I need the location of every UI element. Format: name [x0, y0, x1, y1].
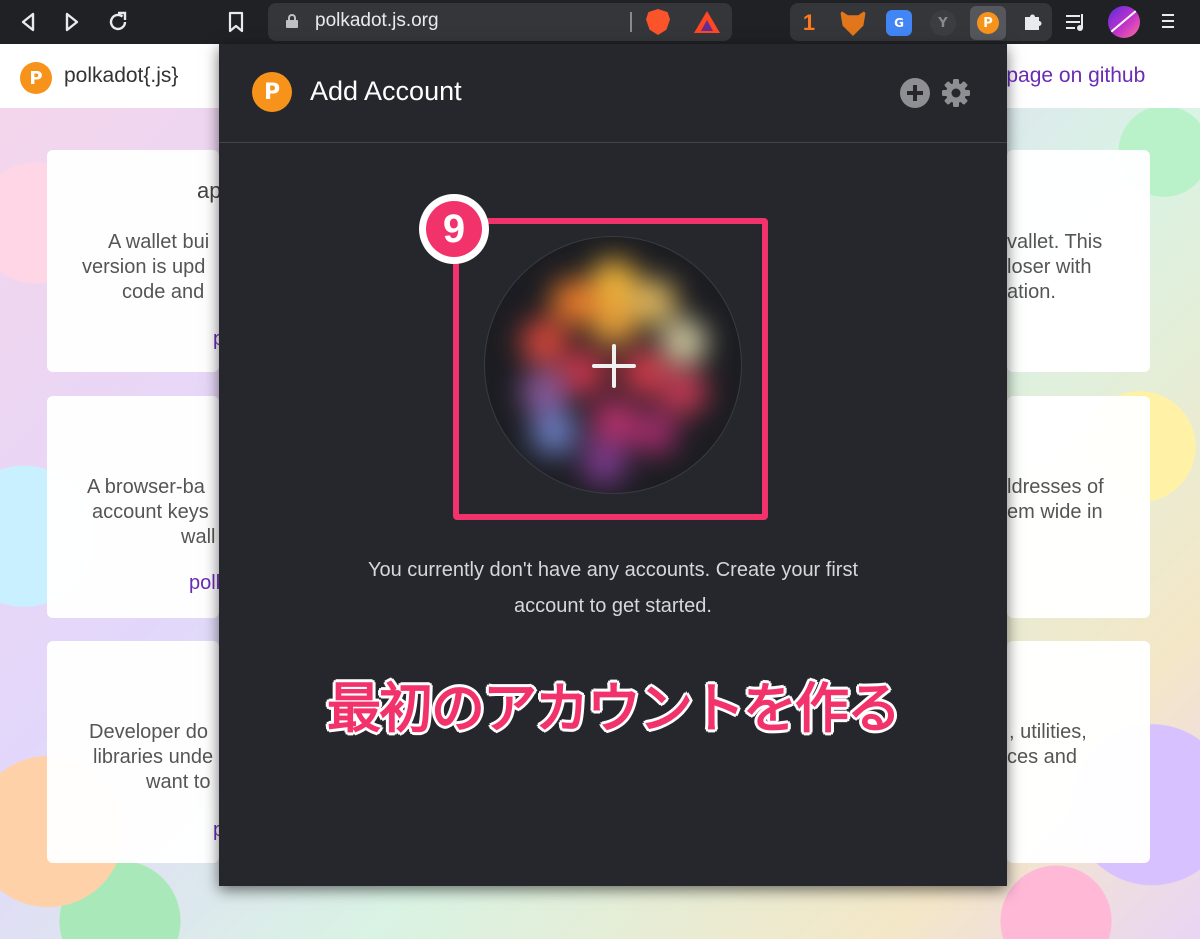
popup-header: P Add Account [219, 44, 1007, 143]
card-docs-left: Developer do libraries unde want to p [47, 641, 219, 863]
empty-message-line-2: account to get started. [514, 595, 712, 617]
settings-gear-icon[interactable] [941, 78, 971, 108]
instruction-caption: 最初のアカウントを作る [327, 677, 901, 740]
card-text-line: version is upd [82, 256, 206, 278]
create-account-identicon-button[interactable] [484, 236, 742, 494]
polkadot-logo-icon[interactable]: P [20, 62, 52, 94]
empty-accounts-message: You currently don't have any accounts. C… [319, 552, 907, 624]
card-text-line: vallet. This [1007, 231, 1103, 253]
plus-icon [592, 344, 636, 388]
edit-on-github-link[interactable]: it page on github [990, 64, 1145, 88]
card-text-line: want to [146, 771, 211, 793]
browser-toolbar: polkadot.js.org 1 G Y P [0, 0, 1200, 44]
card-apps-right: vallet. This loser with ation. [1007, 150, 1150, 372]
card-docs-right: , utilities, ces and [1007, 641, 1150, 863]
empty-message-line-1: You currently don't have any accounts. C… [367, 559, 858, 581]
extensions-puzzle-icon[interactable] [1022, 10, 1044, 32]
polkadot-logo-icon: P [977, 12, 999, 34]
lock-icon [286, 14, 298, 28]
polkadot-extension-icon[interactable]: P [970, 6, 1006, 40]
card-text-line: ation. [1007, 281, 1056, 303]
brave-rewards-icon[interactable] [694, 11, 720, 33]
card-text-line: A wallet bui [108, 231, 210, 253]
extensions-area: 1 G Y P [790, 3, 1052, 41]
card-text-line: A browser-ba [87, 476, 205, 498]
brave-shields-icon[interactable] [646, 9, 670, 35]
reload-icon[interactable] [104, 8, 132, 36]
site-title[interactable]: polkadot{.js} [64, 64, 178, 88]
bookmark-icon[interactable] [222, 8, 250, 36]
step-number-badge: 9 [419, 194, 489, 264]
popup-title: Add Account [310, 76, 462, 106]
card-link[interactable]: polk [189, 572, 219, 595]
card-text-line: code and [122, 281, 205, 303]
card-extension-right: ldresses of em wide in [1007, 396, 1150, 618]
metamask-extension-icon[interactable] [840, 10, 866, 36]
card-text-line: , utilities, [1009, 721, 1087, 743]
add-account-icon[interactable] [900, 78, 930, 108]
card-text-line: account keys [92, 501, 209, 523]
profile-avatar[interactable] [1108, 6, 1140, 38]
address-bar[interactable]: polkadot.js.org [268, 3, 732, 41]
card-text-line: loser with [1007, 256, 1092, 278]
card-text-line: Developer do [89, 721, 208, 743]
card-text-line: wall [181, 526, 216, 548]
yoroi-extension-icon[interactable]: Y [930, 10, 956, 36]
url-text: polkadot.js.org [315, 10, 439, 31]
google-translate-extension-icon[interactable]: G [886, 10, 912, 36]
polkadot-logo-icon: P [252, 72, 292, 112]
browser-menu-icon[interactable] [1160, 10, 1176, 32]
polkadot-extension-popup: P Add Account 9 You currently don't have… [219, 44, 1007, 886]
card-text-line: libraries unde [93, 746, 214, 768]
card-extension-left: A browser-ba account keys wall polk [47, 396, 219, 618]
forward-icon[interactable] [58, 8, 86, 36]
card-text-line: ldresses of [1007, 476, 1104, 498]
1password-extension-icon[interactable]: 1 [796, 10, 822, 36]
card-text-line: ces and [1007, 746, 1078, 768]
divider [630, 12, 632, 32]
card-apps-left: ap A wallet bui version is upd code and … [47, 150, 219, 372]
step-number: 9 [426, 201, 482, 257]
playlist-icon[interactable] [1064, 10, 1088, 34]
card-text-line: em wide in [1007, 501, 1103, 523]
card-title: ap [197, 178, 219, 203]
back-icon[interactable] [14, 8, 42, 36]
